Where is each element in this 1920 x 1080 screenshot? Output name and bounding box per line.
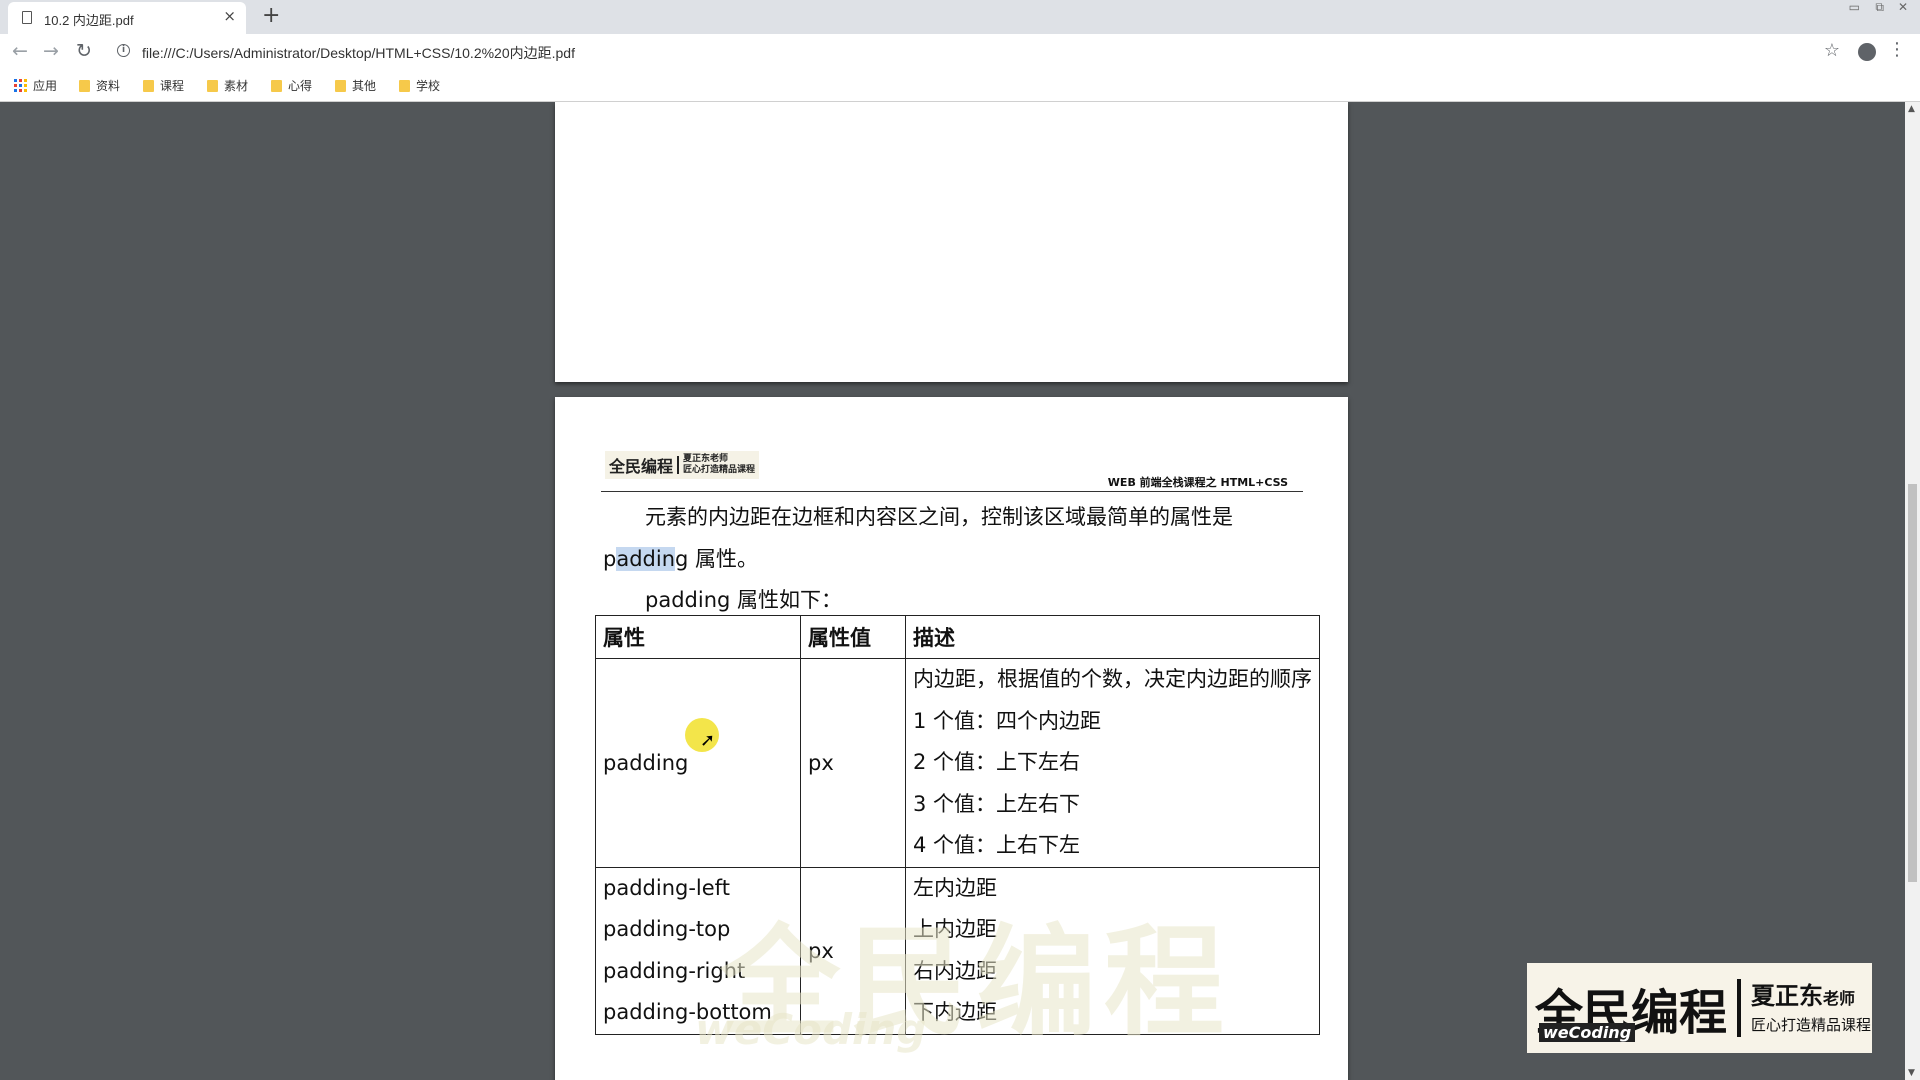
header-logo: 全民编程 夏正东老师 匠心打造精品课程 <box>605 451 760 479</box>
watermark-sub: weCoding <box>695 1005 927 1054</box>
bookmarks-bar: 应用 资料 课程 素材 心得 其他 学校 <box>0 70 1920 102</box>
text: p <box>603 547 617 571</box>
corner-logo-right: 夏正东老师 匠心打造精品课程 <box>1751 981 1871 1035</box>
browser-toolbar: ← → ↻ i file:///C:/Users/Administrator/D… <box>0 34 1920 70</box>
menu-icon[interactable]: ⋮ <box>1888 39 1906 60</box>
paragraph-padding-intro: padding 属性如下： <box>645 588 843 612</box>
bookmark-label: 课程 <box>160 79 185 93</box>
scroll-up-icon[interactable]: ▲ <box>1908 104 1915 114</box>
paragraph-intro-line1: 元素的内边距在边框和内容区之间，控制该区域最简单的属性是 <box>645 505 1233 529</box>
folder-icon <box>335 79 346 92</box>
new-tab-button[interactable]: + <box>262 3 280 28</box>
description-line: 3 个值：上左右下 <box>913 791 1081 816</box>
header-course-title: WEB 前端全栈课程之 HTML+CSS <box>1107 476 1288 489</box>
folder-icon <box>399 79 410 92</box>
header-teacher: 夏正东老师 <box>683 454 729 464</box>
bookmark-folder[interactable]: 其他 <box>335 77 376 94</box>
bookmark-label: 素材 <box>224 79 249 93</box>
reload-icon[interactable]: ↻ <box>76 40 92 62</box>
selected-text[interactable]: addin <box>616 547 676 571</box>
address-bar[interactable]: file:///C:/Users/Administrator/Desktop/H… <box>142 43 575 63</box>
corner-brand-logo: 全民编程 weCoding 夏正东老师 匠心打造精品课程 <box>1527 963 1872 1053</box>
description-line: 4 个值：上右下左 <box>913 833 1081 857</box>
vertical-scrollbar[interactable]: ▲ ▼ <box>1905 102 1920 1080</box>
corner-slogan: 匠心打造精品课程 <box>1751 1016 1872 1034</box>
window-close-icon[interactable]: ✕ <box>1898 0 1908 14</box>
bookmark-label: 学校 <box>416 79 441 93</box>
header-logo-sub: 夏正东老师 匠心打造精品课程 <box>683 454 755 476</box>
scroll-down-icon[interactable]: ▼ <box>1908 1068 1915 1078</box>
paragraph-intro-line2: padding 属性。 <box>603 543 758 573</box>
column-header: 属性 <box>595 615 801 659</box>
column-header: 属性值 <box>800 615 906 659</box>
description-cell: 内边距，根据值的个数，决定内边距的顺序 1 个值：四个内边距 2 个值：上下左右… <box>905 658 1320 868</box>
mouse-cursor-icon: ➚ <box>700 730 716 751</box>
description-line: 2 个值：上下左右 <box>913 750 1081 774</box>
back-icon[interactable]: ← <box>12 40 28 62</box>
tab-title: 10.2 内边距.pdf <box>44 13 134 28</box>
profile-icon[interactable] <box>1858 43 1876 61</box>
teacher-title: 老师 <box>1823 989 1856 1008</box>
tab-pdf[interactable]: 10.2 内边距.pdf × <box>8 2 246 34</box>
folder-icon <box>143 79 154 92</box>
corner-teacher: 夏正东老师 <box>1751 981 1871 1014</box>
minimize-icon[interactable]: ▭ <box>1849 0 1860 14</box>
corner-logo-sub: weCoding <box>1539 1023 1636 1042</box>
property-cell: padding <box>595 658 801 868</box>
bookmark-folder[interactable]: 资料 <box>79 77 120 94</box>
table-header-row: 属性 属性值 描述 <box>595 615 1320 659</box>
bookmark-label: 应用 <box>33 79 58 93</box>
bookmark-folder[interactable]: 素材 <box>207 77 248 94</box>
folder-icon <box>207 79 218 92</box>
teacher-name: 夏正东 <box>1751 982 1824 1010</box>
bookmark-folder[interactable]: 学校 <box>399 77 440 94</box>
header-logo-text: 全民编程 <box>609 457 674 476</box>
forward-icon[interactable]: → <box>43 40 59 62</box>
column-header: 描述 <box>905 615 1320 659</box>
header-divider <box>601 491 1303 492</box>
bookmark-folder[interactable]: 心得 <box>271 77 312 94</box>
value-cell: px <box>800 658 906 868</box>
document-icon <box>22 11 32 24</box>
text: g 属性。 <box>675 547 759 571</box>
description-line: 1 个值：四个内边距 <box>913 708 1102 733</box>
bookmark-label: 心得 <box>288 79 313 93</box>
bookmark-label: 其他 <box>352 79 377 93</box>
tab-strip: 10.2 内边距.pdf × + ▭ ⧉ ✕ <box>0 0 1920 34</box>
header-slogan: 匠心打造精品课程 <box>683 465 756 475</box>
table-row: padding px 内边距，根据值的个数，决定内边距的顺序 1 个值：四个内边… <box>595 658 1320 868</box>
info-icon[interactable]: i <box>117 44 130 57</box>
folder-icon <box>271 79 282 92</box>
tab-close-icon[interactable]: × <box>223 7 236 25</box>
scrollbar-thumb[interactable] <box>1908 484 1917 882</box>
bookmark-star-icon[interactable]: ☆ <box>1824 40 1840 61</box>
bookmark-label: 资料 <box>96 79 121 93</box>
restore-icon[interactable]: ⧉ <box>1875 0 1884 15</box>
folder-icon <box>79 79 90 92</box>
pdf-page-previous <box>555 102 1348 382</box>
description-line: 内边距，根据值的个数，决定内边距的顺序 <box>913 667 1312 691</box>
apps-icon <box>14 79 27 92</box>
bookmark-apps[interactable]: 应用 <box>14 77 57 94</box>
bookmark-folder[interactable]: 课程 <box>143 77 184 94</box>
